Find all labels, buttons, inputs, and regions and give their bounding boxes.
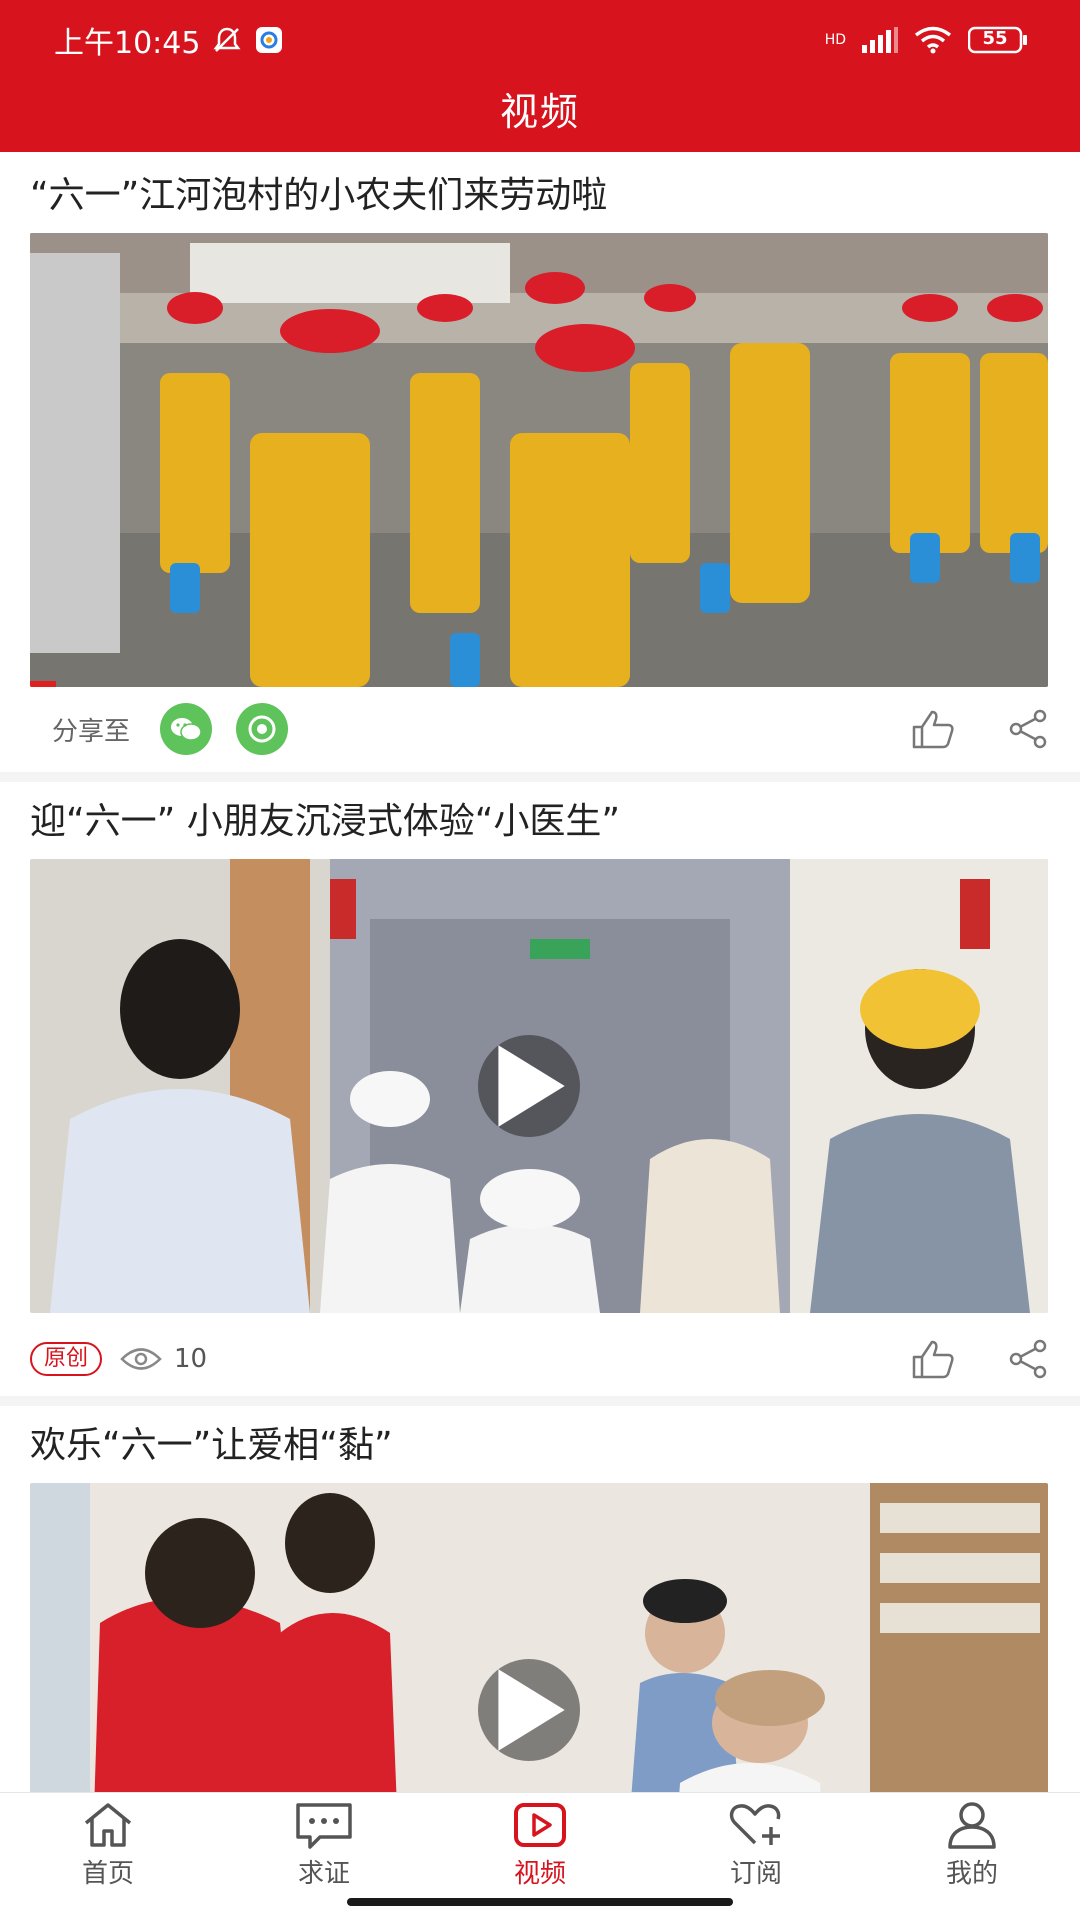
nav-label: 求证 [297, 1859, 350, 1889]
wifi-icon [914, 26, 952, 54]
eye-icon [120, 1348, 162, 1370]
nav-label: 订阅 [729, 1859, 782, 1889]
like-icon[interactable] [910, 709, 956, 749]
feed-divider [0, 772, 1080, 782]
play-button[interactable] [478, 1035, 580, 1137]
view-count: 10 [120, 1344, 207, 1374]
app-header: 上午10:45 HD 55 视频 [0, 0, 1080, 152]
home-indicator[interactable] [347, 1898, 733, 1906]
signal-icon [862, 27, 898, 53]
play-button[interactable] [478, 1659, 580, 1761]
nav-item-profile[interactable]: 我的 [864, 1793, 1080, 1920]
video-meta-row: 原创 10 [30, 1329, 1048, 1389]
video-title[interactable]: 欢乐“六一”让爱相“黏” [30, 1416, 393, 1468]
like-icon[interactable] [910, 1339, 956, 1379]
wechat-share-icon[interactable] [160, 703, 213, 755]
battery-level: 55 [982, 28, 1008, 49]
share-icon[interactable] [1008, 709, 1048, 749]
share-icon[interactable] [1008, 1339, 1048, 1379]
video-card[interactable]: 迎“六一” 小朋友沉浸式体验“小医生” 原创 10 [0, 782, 1080, 1396]
video-player[interactable] [30, 233, 1048, 687]
status-time: 上午10:45 [54, 26, 201, 61]
status-bar: 上午10:45 HD 55 [0, 0, 1080, 80]
play-icon [498, 1669, 565, 1751]
original-badge: 原创 [30, 1342, 103, 1376]
video-meta-row: 分享至 [30, 699, 1048, 759]
feed-divider [0, 1396, 1080, 1406]
chat-bubble-icon [296, 1803, 352, 1849]
view-count-value: 10 [174, 1344, 208, 1374]
battery-icon: 55 [968, 26, 1028, 54]
video-feed[interactable]: “六一”江河泡村的小农夫们来劳动啦 分享至 迎“六一” 小朋友沉浸式体验“小医生… [0, 152, 1080, 1792]
moments-share-icon[interactable] [236, 703, 289, 755]
video-player[interactable] [30, 1483, 1048, 1792]
page-title: 视频 [499, 90, 580, 134]
nav-label: 首页 [81, 1859, 134, 1889]
nav-item-home[interactable]: 首页 [0, 1793, 216, 1920]
share-label: 分享至 [52, 716, 131, 747]
home-icon [84, 1803, 132, 1847]
app-notification-icon [254, 25, 284, 55]
video-thumbnail [30, 233, 1048, 687]
video-title[interactable]: “六一”江河泡村的小农夫们来劳动啦 [30, 166, 607, 218]
video-card[interactable]: “六一”江河泡村的小农夫们来劳动啦 分享至 [0, 152, 1080, 772]
video-play-icon [514, 1803, 566, 1847]
notifications-muted-icon [212, 25, 242, 55]
nav-label: 视频 [513, 1859, 566, 1889]
video-player[interactable] [30, 859, 1048, 1313]
nav-label: 我的 [945, 1859, 998, 1889]
heart-plus-icon [729, 1804, 781, 1845]
video-progress [30, 681, 56, 687]
video-title[interactable]: 迎“六一” 小朋友沉浸式体验“小医生” [30, 792, 620, 844]
network-type: HD [824, 32, 846, 48]
user-icon [948, 1802, 996, 1849]
play-icon [498, 1045, 565, 1127]
video-card[interactable]: 欢乐“六一”让爱相“黏” [0, 1406, 1080, 1792]
